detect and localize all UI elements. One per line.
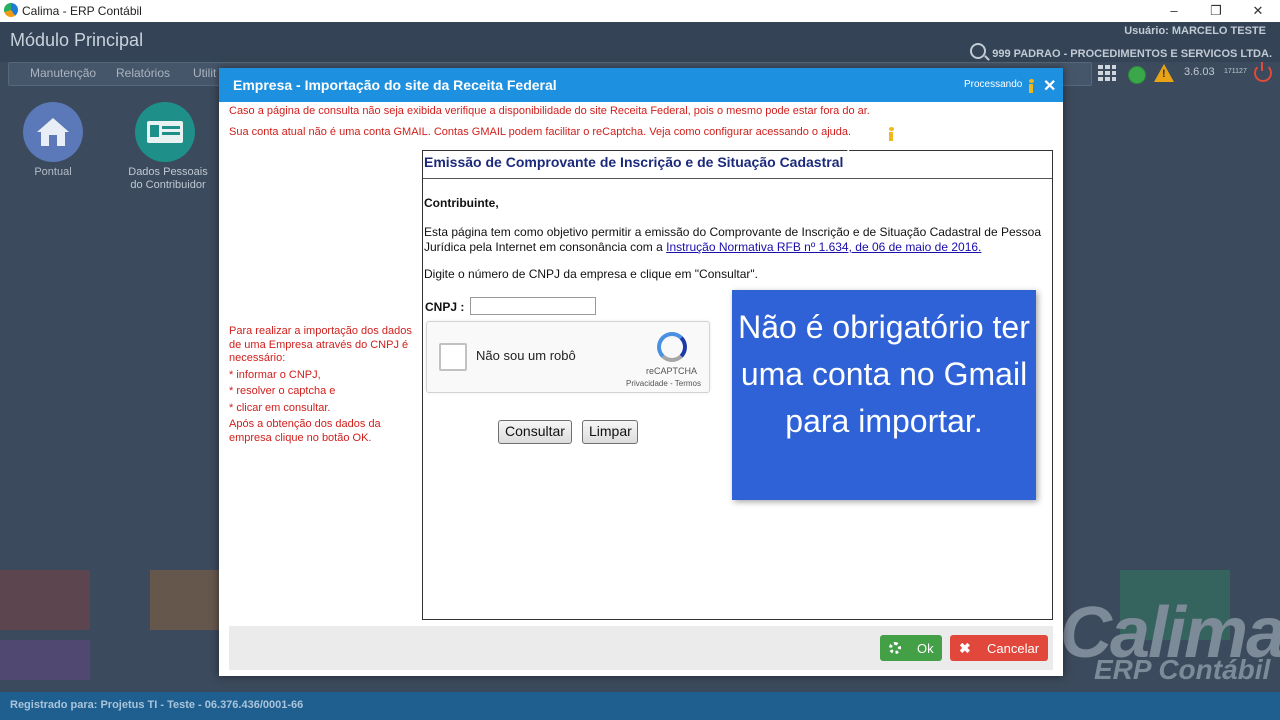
app-logo-icon [4,3,18,17]
receita-description: Esta página tem como objetivo permitir a… [424,225,1052,255]
window-title-bar: Calima - ERP Contábil – ❐ ✕ [0,0,1280,23]
version-label: 3.6.03 [1184,66,1215,78]
cnpj-instruction: Digite o número de CNPJ da empresa e cli… [424,267,759,281]
restore-button[interactable]: ❐ [1194,0,1238,22]
home-icon [37,118,69,146]
menu-relatorios[interactable]: Relatórios [116,66,170,80]
dialog-header: Empresa - Importação do site da Receita … [219,68,1063,102]
cnpj-input[interactable] [470,297,596,315]
status-footer: Registrado para: Projetus TI - Teste - 0… [0,692,1280,720]
search-icon[interactable] [970,43,987,59]
shortcut-dados-pessoais[interactable] [135,102,195,162]
consultar-button[interactable]: Consultar [498,420,572,444]
ok-button-label: Ok [917,641,934,656]
instrucao-normativa-link[interactable]: Instrução Normativa RFB nº 1.634, de 06 … [666,240,981,254]
side-instructions: Para realizar a importação dos dados de … [229,325,415,445]
dialog-close-button[interactable]: ✕ [1043,76,1056,96]
close-icon: ✖ [959,640,971,656]
window-close-button[interactable]: ✕ [1236,0,1280,22]
divider [423,178,1052,179]
instructions-step-2: * resolver o captcha e [229,385,336,397]
build-label: 171127 [1224,68,1247,75]
cancel-button[interactable]: ✖ Cancelar [950,635,1048,661]
recaptcha-terms-link[interactable]: Privacidade - Termos [626,379,701,388]
user-label: Usuário: MARCELO TESTE [1124,25,1266,37]
cancel-button-label: Cancelar [987,641,1040,656]
receita-page-title: Emissão de Comprovante de Inscrição e de… [424,154,844,170]
availability-warning: Caso a página de consulta não seja exibi… [229,105,870,117]
instructions-intro: Para realizar a importação dos dados de … [229,325,412,364]
company-name: 999 PADRAO - PROCEDIMENTOS E SERVICOS LT… [992,48,1272,60]
apps-grid-icon[interactable] [1098,65,1116,81]
app-header: Módulo Principal Usuário: MARCELO TESTE … [0,22,1280,62]
dialog-title: Empresa - Importação do site da Receita … [233,77,557,93]
warning-icon[interactable] [1154,64,1174,82]
recaptcha-brand: reCAPTCHA [646,366,698,376]
processing-label: Processando [964,79,1023,90]
globe-icon[interactable] [1128,66,1146,84]
window-title: Calima - ERP Contábil [22,4,142,18]
id-card-icon [147,121,183,143]
recaptcha-checkbox[interactable] [439,343,467,371]
cnpj-label: CNPJ : [425,300,465,314]
module-title: Módulo Principal [10,30,144,50]
gear-icon [889,642,901,654]
help-info-icon[interactable] [887,127,895,141]
annotation-text: Não é obrigatório ter uma conta no Gmail… [738,309,1030,439]
menu-manutencao[interactable]: Manutenção [30,66,96,80]
shortcut-dados-pessoais-label: Dados Pessoais do Contribuidor [128,166,208,191]
info-icon[interactable] [1027,79,1035,93]
instructions-step-3: * clicar em consultar. [229,401,331,414]
minimize-button[interactable]: – [1152,0,1196,22]
shortcut-pontual-label: Pontual [34,166,72,178]
gmail-warning: Sua conta atual não é uma conta GMAIL. C… [229,126,852,138]
company-selector[interactable]: 999 PADRAO - PROCEDIMENTOS E SERVICOS LT… [970,41,1272,60]
recaptcha-logo-icon [657,332,687,362]
receita-greeting: Contribuinte, [424,196,499,210]
registration-text: Registrado para: Projetus TI - Teste - 0… [10,699,304,711]
brand-logo-sub: ERP Contábil [1094,654,1271,685]
recaptcha-widget[interactable]: Não sou um robô reCAPTCHA Privacidade - … [426,321,710,393]
dialog-footer: Ok ✖ Cancelar [229,626,1053,670]
recaptcha-label: Não sou um robô [476,348,576,363]
shortcut-pontual[interactable] [23,102,83,162]
ok-button[interactable]: Ok [880,635,942,661]
limpar-button[interactable]: Limpar [582,420,638,444]
menu-utilitarios[interactable]: Utilit [193,66,216,80]
instructions-outro: Após a obtenção dos dados da empresa cli… [229,418,381,444]
annotation-callout: Não é obrigatório ter uma conta no Gmail… [732,290,1036,500]
status-icons: 3.6.03 171127 [1096,62,1280,84]
power-icon[interactable] [1254,62,1272,82]
instructions-step-1: * informar o CNPJ, [229,368,321,381]
